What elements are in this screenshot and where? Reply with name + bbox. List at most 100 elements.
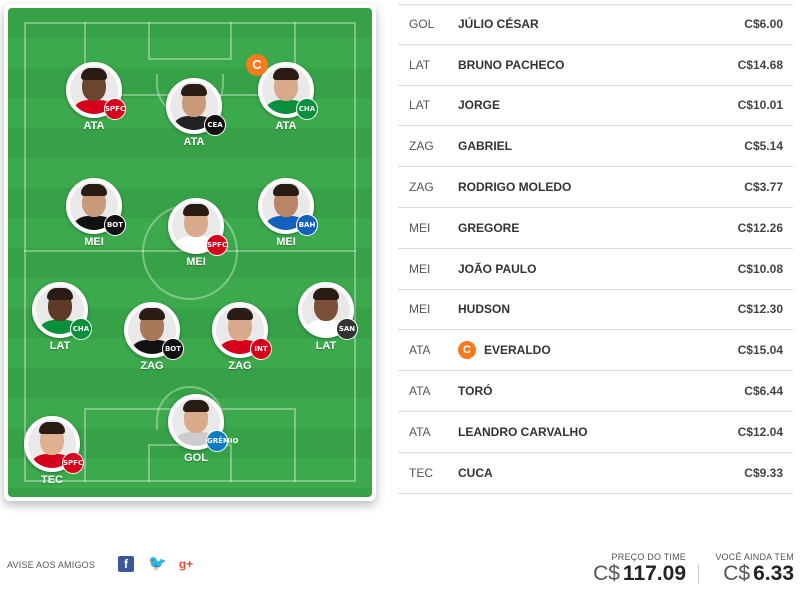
player-avatar: SAN	[298, 282, 358, 340]
team-price-value: C$ 117.09	[586, 562, 686, 586]
roster-price: C$12.30	[737, 302, 783, 317]
player-avatar: BOT	[124, 302, 184, 360]
lineup-field-card: SPFC ATA CEA ATA CHA C ATA BOT MEI SPFC MEI BAH MEI C…	[4, 4, 376, 501]
field-player[interactable]: CEA ATA	[154, 78, 234, 148]
field-player[interactable]: GRÊMIO GOL	[156, 394, 238, 464]
field-player[interactable]: SPFC TEC	[12, 416, 92, 486]
player-position-label: MEI	[276, 236, 296, 248]
roster-price: C$5.14	[744, 139, 783, 154]
top-goal-area	[148, 22, 232, 60]
roster-position: LAT	[409, 98, 431, 113]
field-player[interactable]: CHA C ATA	[246, 54, 326, 132]
roster-row[interactable]: TEC CUCA C$9.33	[398, 453, 793, 494]
roster-row[interactable]: ATA C EVERALDO C$15.04	[398, 330, 793, 372]
field-player[interactable]: INT ZAG	[200, 302, 280, 372]
player-avatar: SPFC	[24, 416, 84, 474]
player-hair	[139, 308, 165, 320]
field-player[interactable]: BOT ZAG	[112, 302, 192, 372]
player-hair	[81, 184, 107, 196]
roster-row[interactable]: LAT BRUNO PACHECO C$14.68	[398, 45, 793, 86]
player-avatar: GRÊMIO	[168, 394, 238, 452]
roster-player-name: CUCA	[458, 466, 703, 480]
roster-row[interactable]: LAT JORGE C$10.01	[398, 86, 793, 127]
remaining-amount: 6.33	[753, 562, 794, 585]
field-player[interactable]: BAH MEI	[246, 178, 326, 248]
remaining-currency: C$	[723, 562, 751, 585]
roster-player-name: JOÃO PAULO	[458, 262, 703, 276]
google-plus-icon[interactable]: g+	[178, 556, 194, 572]
roster-price: C$12.26	[737, 220, 783, 235]
roster-price: C$9.33	[744, 465, 783, 480]
club-crest-icon: BAH	[296, 214, 318, 236]
player-name-text: CUCA	[458, 465, 493, 480]
club-crest-icon: SPFC	[104, 98, 126, 120]
field-player[interactable]: SPFC MEI	[156, 198, 236, 268]
club-crest-icon: CHA	[296, 98, 318, 120]
roster-position: TEC	[409, 465, 433, 480]
roster-position: MEI	[409, 220, 431, 235]
roster-position: ZAG	[409, 139, 434, 154]
player-hair	[39, 422, 65, 434]
club-crest-icon: CEA	[204, 114, 226, 136]
player-name-text: JORGE	[458, 98, 501, 113]
player-hair	[227, 308, 253, 320]
field-player[interactable]: SAN LAT	[286, 282, 366, 352]
roster-player-name: GABRIEL	[458, 139, 703, 153]
player-avatar: BAH	[258, 178, 318, 236]
field-player[interactable]: CHA LAT	[20, 282, 100, 352]
player-avatar: CEA	[166, 78, 226, 136]
player-position-label: ATA	[83, 120, 105, 132]
roster-row[interactable]: ZAG RODRIGO MOLEDO C$3.77	[398, 167, 793, 208]
player-name-text: JOÃO PAULO	[458, 261, 537, 276]
roster-price: C$12.04	[737, 424, 783, 439]
player-position-label: LAT	[49, 340, 71, 352]
facebook-icon[interactable]: f	[118, 556, 134, 572]
roster-position: MEI	[409, 261, 431, 276]
roster-player-name: BRUNO PACHECO	[458, 58, 703, 72]
player-name-text: JÚLIO CÉSAR	[458, 17, 539, 32]
field-player[interactable]: SPFC ATA	[54, 62, 134, 132]
player-name-text: GREGORE	[458, 220, 520, 235]
player-position-label: ATA	[183, 136, 205, 148]
roster-row[interactable]: GOL JÚLIO CÉSAR C$6.00	[398, 4, 793, 45]
club-crest-icon: GRÊMIO	[206, 430, 238, 452]
roster-position: GOL	[409, 17, 435, 32]
roster-row[interactable]: MEI GREGORE C$12.26	[398, 208, 793, 249]
club-crest-icon: BOT	[162, 338, 184, 360]
player-hair	[183, 400, 209, 412]
roster-position: MEI	[409, 302, 431, 317]
player-position-label: ZAG	[140, 360, 164, 372]
team-price-currency: C$	[593, 562, 620, 585]
captain-badge: C	[458, 341, 476, 360]
club-crest-icon: SPFC	[62, 452, 84, 474]
roster-player-name: GREGORE	[458, 221, 703, 235]
roster-row[interactable]: ATA LEANDRO CARVALHO C$12.04	[398, 412, 793, 453]
team-price-title: PREÇO DO TIME	[611, 552, 686, 562]
player-name-text: RODRIGO MOLEDO	[458, 180, 572, 195]
player-name-text: BRUNO PACHECO	[458, 57, 565, 72]
roster-position: ATA	[409, 384, 431, 399]
roster-row[interactable]: MEI JOÃO PAULO C$10.08	[398, 249, 793, 290]
roster-price: C$6.00	[744, 17, 783, 32]
roster-price: C$6.44	[744, 384, 783, 399]
twitter-icon[interactable]: 🐦	[148, 556, 167, 572]
roster-row[interactable]: ATA TORÓ C$6.44	[398, 371, 793, 412]
roster-player-name: JORGE	[458, 98, 703, 112]
player-hair	[81, 68, 107, 80]
player-avatar: SPFC	[168, 198, 228, 256]
roster-player-name: LEANDRO CARVALHO	[458, 425, 703, 439]
player-name-text: EVERALDO	[484, 343, 551, 358]
roster-row[interactable]: ZAG GABRIEL C$5.14	[398, 126, 793, 168]
roster-position: ATA	[409, 424, 431, 439]
field-player[interactable]: BOT MEI	[54, 178, 134, 248]
roster-row[interactable]: MEI HUDSON C$12.30	[398, 290, 793, 331]
team-price-amount: 117.09	[622, 562, 686, 585]
club-crest-icon: BOT	[104, 214, 126, 236]
footer-divider	[698, 564, 699, 584]
roster-price: C$15.04	[737, 343, 783, 358]
remaining-value: C$ 6.33	[704, 562, 794, 586]
roster-price: C$10.01	[737, 98, 783, 113]
roster-list: GOL JÚLIO CÉSAR C$6.00 LAT BRUNO PACHECO C$14…	[398, 4, 793, 494]
roster-position: LAT	[409, 57, 431, 72]
player-hair	[47, 288, 73, 300]
